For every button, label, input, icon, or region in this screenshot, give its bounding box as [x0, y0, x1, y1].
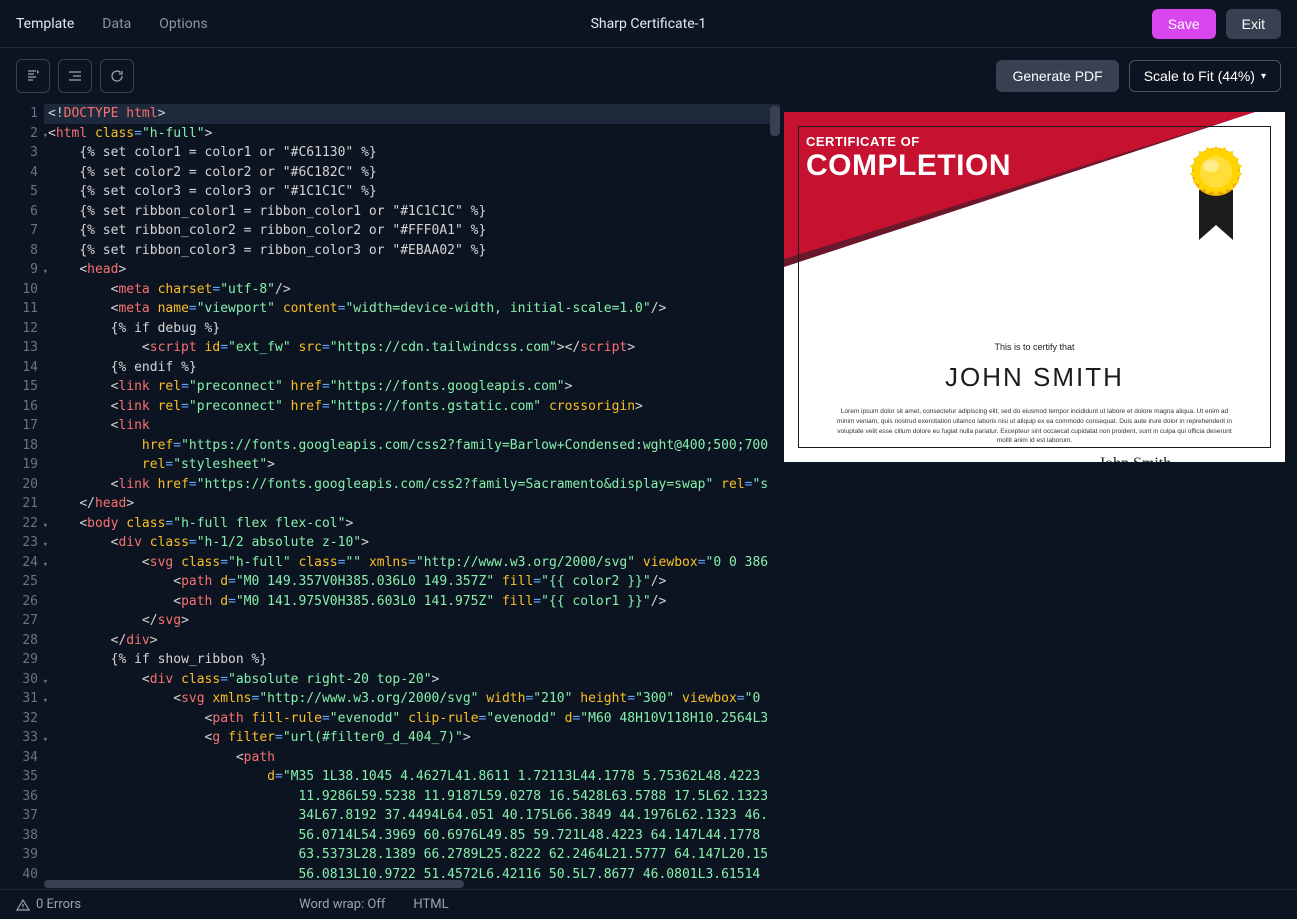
wordwrap-status[interactable]: Word wrap: Off — [299, 897, 385, 912]
code-editor[interactable]: 12▾3456789▾10111213141516171819202122▾23… — [0, 104, 780, 889]
certify-text: This is to certify that — [834, 342, 1235, 352]
date-block: September 09, 2022 Date — [864, 454, 1004, 462]
scale-dropdown[interactable]: Scale to Fit (44%) ▾ — [1129, 60, 1281, 92]
ribbon-seal-icon — [1181, 140, 1251, 264]
language-status[interactable]: HTML — [413, 897, 448, 912]
errors-status[interactable]: 0 Errors — [16, 897, 81, 912]
recipient-name: JOHN SMITH — [834, 362, 1235, 393]
signature-value: John Smith — [1099, 455, 1171, 462]
document-title: Sharp Certificate-1 — [591, 16, 707, 32]
top-bar: Template Data Options Sharp Certificate-… — [0, 0, 1297, 48]
save-button[interactable]: Save — [1152, 9, 1216, 39]
vertical-scrollbar-thumb[interactable] — [770, 106, 780, 136]
certificate-body: This is to certify that JOHN SMITH Lorem… — [784, 342, 1285, 462]
scale-label: Scale to Fit (44%) — [1144, 68, 1255, 84]
certificate-of-label: CERTIFICATE OF — [806, 134, 1011, 149]
certificate-heading: CERTIFICATE OF COMPLETION — [806, 134, 1011, 183]
format-icon[interactable] — [16, 59, 50, 93]
body-text: Lorem ipsum dolor sit amet, consectetur … — [834, 407, 1235, 446]
tab-options[interactable]: Options — [159, 16, 207, 32]
signature-block: John Smith Signature — [1065, 454, 1205, 462]
generate-pdf-button[interactable]: Generate PDF — [996, 60, 1118, 92]
preview-pane: CERTIFICATE OF COMPLETION This is to cer… — [780, 104, 1297, 889]
chevron-down-icon: ▾ — [1261, 71, 1266, 82]
code-lines[interactable]: <!DOCTYPE html><html class="h-full"> {% … — [44, 104, 780, 879]
tab-template[interactable]: Template — [16, 16, 74, 32]
tabs: Template Data Options — [16, 16, 208, 32]
refresh-icon[interactable] — [100, 59, 134, 93]
exit-button[interactable]: Exit — [1226, 9, 1281, 39]
certificate-preview: CERTIFICATE OF COMPLETION This is to cer… — [784, 112, 1285, 462]
scrollbar-thumb[interactable] — [44, 880, 464, 888]
tab-data[interactable]: Data — [102, 16, 131, 32]
status-bar: 0 Errors Word wrap: Off HTML — [0, 889, 1297, 919]
indent-icon[interactable] — [58, 59, 92, 93]
gutter: 12▾3456789▾10111213141516171819202122▾23… — [0, 104, 44, 879]
completion-label: COMPLETION — [806, 149, 1011, 183]
toolbar: Generate PDF Scale to Fit (44%) ▾ — [0, 48, 1297, 104]
horizontal-scrollbar[interactable] — [0, 879, 780, 889]
warning-icon — [16, 898, 30, 912]
